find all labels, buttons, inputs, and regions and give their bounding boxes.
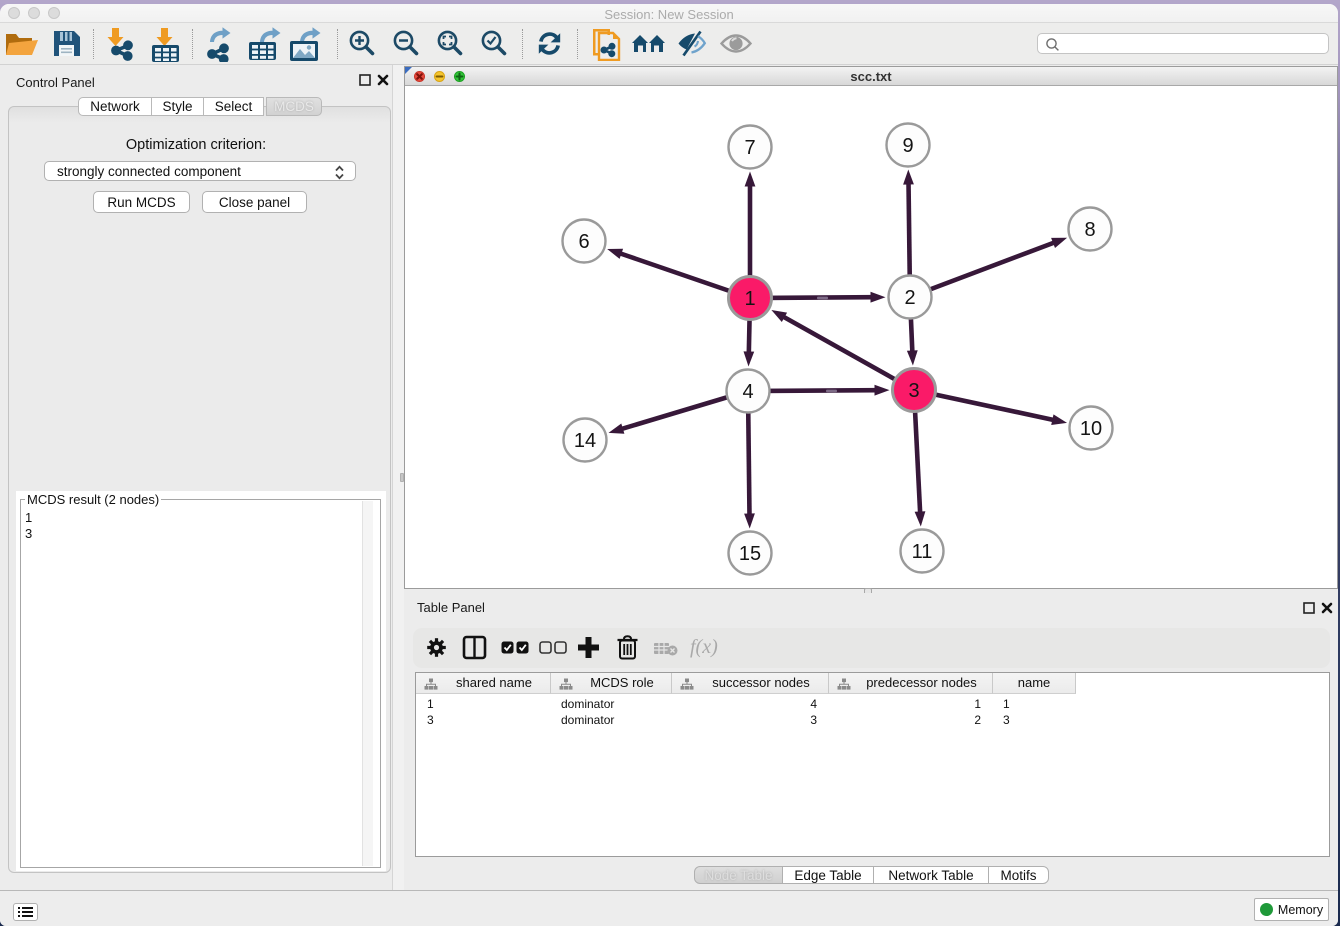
- svg-text:9: 9: [902, 135, 913, 157]
- svg-text:3: 3: [908, 380, 919, 402]
- svg-text:1: 1: [744, 288, 755, 310]
- svg-text:8: 8: [1084, 219, 1095, 241]
- svg-text:10: 10: [1080, 418, 1102, 440]
- svg-text:11: 11: [912, 541, 933, 563]
- svg-text:7: 7: [744, 137, 755, 159]
- svg-text:14: 14: [574, 430, 596, 452]
- svg-text:4: 4: [742, 381, 753, 403]
- svg-text:15: 15: [739, 543, 761, 565]
- svg-text:6: 6: [578, 231, 589, 253]
- svg-text:2: 2: [904, 287, 915, 309]
